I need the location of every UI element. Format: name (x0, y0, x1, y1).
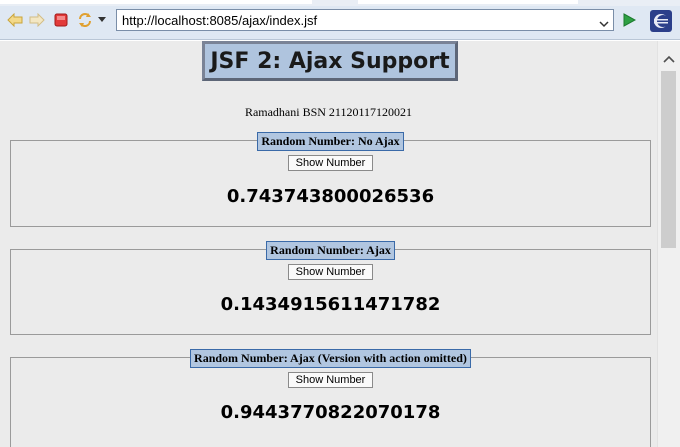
stop-icon[interactable] (52, 11, 70, 29)
panel-legend: Random Number: Ajax (Version with action… (11, 349, 650, 368)
panel-ajax-no-action: Random Number: Ajax (Version with action… (10, 349, 651, 447)
panel-legend: Random Number: Ajax (11, 241, 650, 260)
random-number-value: 0.1434915611471782 (220, 294, 441, 315)
random-number-value: 0.9443770822070178 (220, 402, 441, 423)
scroll-up-icon[interactable] (663, 49, 675, 63)
show-number-button[interactable]: Show Number (287, 155, 374, 171)
random-number-value: 0.743743800026536 (226, 186, 435, 207)
panel-no-ajax: Random Number: No Ajax Show Number 0.743… (10, 132, 651, 227)
panel-legend: Random Number: No Ajax (11, 132, 650, 151)
eclipse-icon[interactable] (650, 10, 672, 32)
tab-indicator (0, 0, 312, 4)
refresh-icon[interactable] (76, 11, 94, 29)
author-line: Ramadhani BSN 21120117120021 (244, 105, 413, 119)
forward-icon[interactable] (28, 11, 46, 29)
tab-indicator (358, 0, 578, 4)
button-row: Show Number (11, 155, 650, 171)
panel-ajax: Random Number: Ajax Show Number 0.143491… (10, 241, 651, 335)
menu-dropdown-icon[interactable] (96, 11, 108, 29)
go-icon[interactable] (620, 11, 638, 29)
panel-legend-text: Random Number: Ajax (266, 241, 395, 260)
show-number-button[interactable]: Show Number (287, 264, 374, 280)
show-number-button[interactable]: Show Number (287, 372, 374, 388)
page-viewport: JSF 2: Ajax Support Ramadhani BSN 211201… (0, 41, 657, 447)
back-icon[interactable] (6, 11, 24, 29)
browser-toolbar: http://localhost:8085/ajax/index.jsf (0, 0, 680, 40)
panel-legend-text: Random Number: Ajax (Version with action… (190, 349, 471, 368)
vertical-scrollbar[interactable] (657, 41, 680, 447)
button-row: Show Number (11, 372, 650, 388)
button-row: Show Number (11, 264, 650, 280)
tab-strip (0, 0, 680, 6)
panel-legend-text: Random Number: No Ajax (257, 132, 404, 151)
url-dropdown-icon[interactable] (598, 15, 610, 28)
url-bar[interactable]: http://localhost:8085/ajax/index.jsf (116, 9, 614, 31)
scrollbar-thumb[interactable] (661, 71, 676, 248)
url-text[interactable]: http://localhost:8085/ajax/index.jsf (122, 13, 317, 28)
page-title: JSF 2: Ajax Support (202, 41, 458, 81)
